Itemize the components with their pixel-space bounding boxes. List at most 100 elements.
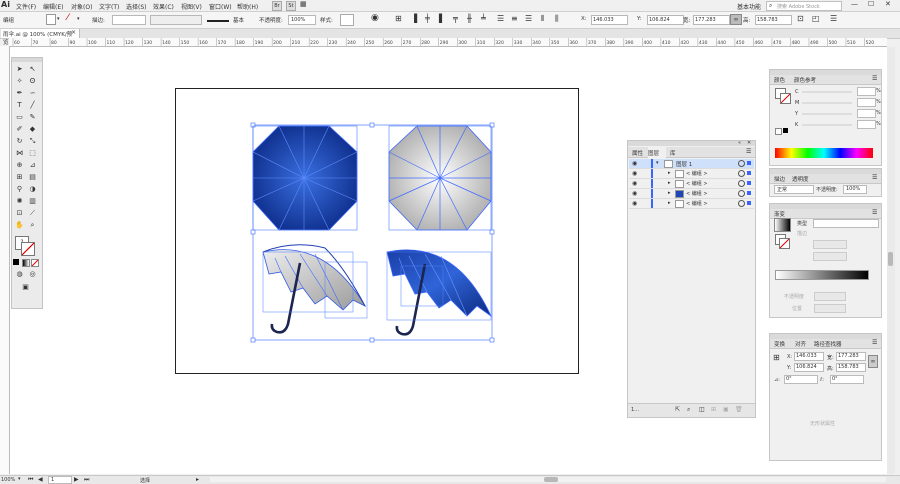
- close-tab-icon[interactable]: ×: [71, 29, 76, 36]
- align-top-icon[interactable]: ╤: [453, 14, 458, 23]
- mesh-tool-icon[interactable]: ⊞: [15, 173, 24, 182]
- color-panel-menu-icon[interactable]: ☰: [872, 75, 877, 82]
- scale-tool-icon[interactable]: ⤡: [28, 137, 37, 146]
- rotate-tool-icon[interactable]: ↻: [15, 137, 24, 146]
- layers-panel-menu-icon[interactable]: ☰: [746, 148, 751, 155]
- eye-icon[interactable]: ◉: [632, 160, 637, 167]
- transform-panel-menu-icon[interactable]: ☰: [872, 339, 877, 346]
- align-right-icon[interactable]: ▌: [439, 14, 445, 23]
- align-to-icon[interactable]: ⊞: [395, 14, 402, 23]
- cyan-slider[interactable]: [802, 91, 852, 93]
- y-input[interactable]: 106.824: [647, 15, 684, 25]
- color-mode-icon[interactable]: [13, 259, 19, 265]
- menu-effect[interactable]: 效果(C): [153, 2, 174, 11]
- locate-object-icon[interactable]: ⌕: [687, 406, 690, 414]
- menu-type[interactable]: 文字(T): [99, 2, 119, 11]
- gradient-aspect-input[interactable]: [813, 252, 847, 261]
- umbrella-top-gray[interactable]: [388, 125, 492, 231]
- reference-point-icon[interactable]: ⊞: [773, 353, 780, 362]
- lasso-tool-icon[interactable]: ʘ: [28, 77, 37, 86]
- document-tab[interactable]: 雨伞.ai @ 100% (CMYK/预览) ×: [1, 29, 80, 46]
- blend-tool-icon[interactable]: ◑: [28, 185, 37, 194]
- opacity-input[interactable]: 100%: [288, 15, 316, 25]
- slice-tool-icon[interactable]: ⟋: [28, 209, 37, 218]
- yellow-slider[interactable]: [802, 113, 852, 115]
- h-input[interactable]: 158.783: [755, 15, 792, 25]
- artboard-tool-icon[interactable]: ⊡: [15, 209, 24, 218]
- eye-icon[interactable]: ◉: [632, 180, 637, 187]
- draw-inside-icon[interactable]: ◎: [28, 270, 37, 279]
- stroke-color-icon[interactable]: [21, 242, 35, 256]
- gradient-mode-icon[interactable]: [22, 259, 30, 267]
- gradient-panel-menu-icon[interactable]: ☰: [872, 209, 877, 216]
- type-tool-icon[interactable]: T: [15, 101, 24, 110]
- horizontal-scroll-thumb[interactable]: [544, 477, 558, 482]
- menu-select[interactable]: 选择(S): [126, 2, 147, 11]
- eye-icon[interactable]: ◉: [632, 170, 637, 177]
- none-swatch[interactable]: [775, 128, 782, 135]
- shaper-tool-icon[interactable]: ✐: [15, 125, 24, 134]
- menu-object[interactable]: 对象(O): [71, 2, 92, 11]
- rectangle-tool-icon[interactable]: ▭: [15, 113, 24, 122]
- gradient-type-select[interactable]: [813, 219, 879, 228]
- next-artboard-icon[interactable]: ▶: [74, 476, 79, 483]
- link-proportions-icon[interactable]: ∞: [868, 355, 878, 368]
- eye-icon[interactable]: ◉: [632, 200, 637, 207]
- export-icon[interactable]: ⇱: [675, 406, 680, 413]
- free-transform-tool-icon[interactable]: ⬚: [28, 149, 37, 158]
- distribute-hcenter-icon[interactable]: ⫼: [555, 14, 559, 24]
- hand-tool-icon[interactable]: ✋: [15, 221, 24, 230]
- distribute-top-icon[interactable]: ☰: [497, 14, 504, 23]
- none-mode-icon[interactable]: [31, 259, 39, 267]
- eyedropper-tool-icon[interactable]: ⚲: [15, 185, 24, 194]
- shear-input[interactable]: 0°: [830, 375, 864, 384]
- new-layer-icon[interactable]: ▣: [723, 406, 729, 413]
- width-tool-icon[interactable]: ⋈: [15, 149, 24, 158]
- menu-view[interactable]: 视图(V): [181, 2, 202, 11]
- previous-artboard-icon[interactable]: ◀: [38, 476, 43, 483]
- black-slider[interactable]: [802, 124, 852, 126]
- umbrella-side-blue[interactable]: [386, 249, 492, 336]
- toolbox-grip[interactable]: [12, 58, 42, 62]
- menu-file[interactable]: 文件(F): [16, 2, 36, 11]
- transform-w-input[interactable]: 177.283: [836, 352, 866, 361]
- pen-tool-icon[interactable]: ✒: [15, 89, 24, 98]
- align-hcenter-icon[interactable]: ╪: [425, 14, 430, 23]
- tab-libraries[interactable]: 库: [670, 149, 676, 157]
- magic-wand-tool-icon[interactable]: ✧: [15, 77, 24, 86]
- stroke-weight-input[interactable]: [112, 15, 146, 25]
- shape-builder-tool-icon[interactable]: ⊕: [15, 161, 24, 170]
- expand-triangle-icon[interactable]: ▸: [668, 190, 671, 196]
- distribute-vcenter-icon[interactable]: ≡: [511, 14, 518, 23]
- zoom-level[interactable]: 100%: [1, 477, 15, 483]
- recolor-artwork-icon[interactable]: ◉: [371, 13, 379, 23]
- target-icon[interactable]: [738, 180, 745, 187]
- expand-triangle-icon[interactable]: ▸: [668, 170, 671, 176]
- distribute-left-icon[interactable]: ⫴: [541, 14, 544, 24]
- umbrella-side-gray[interactable]: [262, 244, 368, 334]
- tab-align[interactable]: 对齐: [795, 340, 806, 348]
- sublayer-row[interactable]: ◉ ▸ < 编组 >: [629, 189, 754, 199]
- eraser-tool-icon[interactable]: ◆: [28, 125, 37, 134]
- tab-properties[interactable]: 属性: [632, 149, 643, 157]
- group-name[interactable]: < 编组 >: [686, 170, 708, 177]
- transform-h-input[interactable]: 158.783: [836, 363, 866, 372]
- selection-indicator[interactable]: [747, 201, 751, 205]
- symbol-sprayer-tool-icon[interactable]: ✺: [15, 197, 24, 206]
- perspective-grid-tool-icon[interactable]: ⊿: [28, 161, 37, 170]
- drawing-mode-icon[interactable]: ◍: [15, 270, 24, 279]
- black-input[interactable]: [857, 120, 876, 129]
- sublayer-row[interactable]: ◉ ▸ < 编组 >: [629, 179, 754, 189]
- stroke-dropdown-icon[interactable]: ▾: [77, 16, 80, 22]
- menu-edit[interactable]: 编辑(E): [43, 2, 63, 11]
- fill-swatch[interactable]: [46, 14, 56, 25]
- gradient-opacity-input[interactable]: [814, 292, 846, 301]
- gradient-thumbnail[interactable]: [774, 218, 791, 232]
- selection-indicator[interactable]: [747, 171, 751, 175]
- column-graph-tool-icon[interactable]: ▥: [28, 197, 37, 206]
- blend-mode-select[interactable]: 正常: [774, 185, 814, 194]
- eye-icon[interactable]: ◉: [632, 190, 637, 197]
- magenta-slider[interactable]: [802, 102, 852, 104]
- zoom-dropdown-icon[interactable]: ▾: [18, 476, 21, 482]
- align-left-icon[interactable]: ▐: [411, 14, 417, 23]
